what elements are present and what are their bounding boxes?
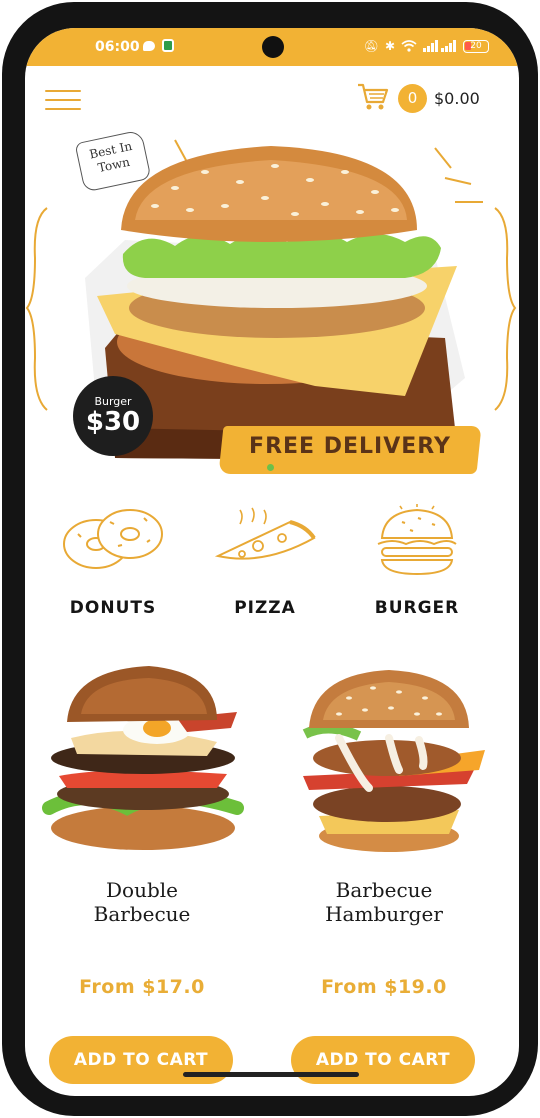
category-donuts[interactable]: DONUTS <box>43 504 183 624</box>
burger-icon <box>377 504 457 576</box>
donut-icon <box>63 509 163 569</box>
phone-frame: 06:00 🔕︎ ✱ 20 0 $0.00 Best In Town Burge… <box>2 2 538 1116</box>
product-image <box>42 666 244 850</box>
status-icons: 🔕︎ ✱ 20 <box>364 38 489 54</box>
app-screen: 06:00 🔕︎ ✱ 20 0 $0.00 Best In Town Burge… <box>25 28 519 1096</box>
signal-icon <box>423 40 456 52</box>
category-label-donuts: DONUTS <box>69 598 157 618</box>
bluetooth-icon: ✱ <box>384 39 395 53</box>
free-delivery-text: FREE DELIVERY <box>249 434 451 459</box>
product-card[interactable]: Barbecue Hamburger From $19.0 ADD TO CAR… <box>279 658 489 1088</box>
price-badge: Burger $30 <box>73 376 153 456</box>
front-camera <box>262 36 284 58</box>
category-label-pizza: PIZZA <box>234 598 296 618</box>
battery-level: 20 <box>470 40 482 51</box>
category-label-burger: BURGER <box>374 598 460 618</box>
mute-icon: 🔕︎ <box>363 39 379 53</box>
product-card[interactable]: Double Barbecue From $17.0 ADD TO CART <box>37 658 247 1088</box>
home-indicator[interactable] <box>183 1072 359 1077</box>
hamburger-menu-icon[interactable] <box>45 90 81 110</box>
shield-icon <box>162 39 174 52</box>
product-image <box>302 670 485 852</box>
cart-total: $0.00 <box>434 89 480 108</box>
product-name-line-2: Hamburger <box>325 902 443 926</box>
carousel-indicator[interactable] <box>267 464 274 471</box>
status-time: 06:00 <box>95 39 140 55</box>
product-name-line-1: Double <box>106 878 178 902</box>
pizza-icon <box>214 507 316 560</box>
product-name-line-1: Barbecue <box>335 878 433 902</box>
cart-count-badge[interactable]: 0 <box>398 84 427 113</box>
product-name-line-2: Barbecue <box>93 902 191 926</box>
price-badge-value: $30 <box>85 407 141 437</box>
shopping-cart-icon[interactable] <box>357 82 389 112</box>
category-burger[interactable]: BURGER <box>347 504 487 624</box>
product-price: From $17.0 <box>79 976 205 998</box>
wifi-icon <box>401 40 417 52</box>
status-bar: 06:00 🔕︎ ✱ 20 <box>25 28 519 66</box>
product-name: Barbecue Hamburger <box>279 878 489 926</box>
category-pizza[interactable]: PIZZA <box>195 504 335 624</box>
product-price: From $19.0 <box>321 976 447 998</box>
product-name: Double Barbecue <box>37 878 247 926</box>
battery-icon: 20 <box>463 39 489 53</box>
chat-icon <box>143 41 155 51</box>
promo-banner[interactable]: Best In Town Burger $30 FREE DELIVERY <box>25 128 519 500</box>
